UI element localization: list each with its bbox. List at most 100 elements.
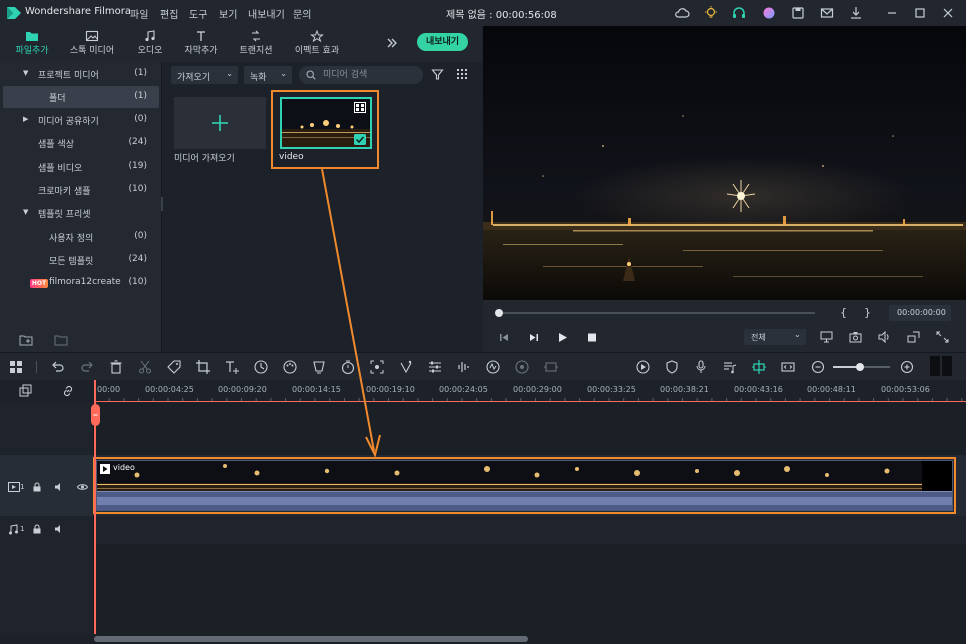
sidebar-item-sample-colors[interactable]: 샘플 색상 (24)	[3, 132, 159, 154]
step-back-icon[interactable]	[498, 332, 510, 343]
lock-icon[interactable]	[32, 524, 42, 534]
timeline-tracks[interactable]	[0, 402, 966, 634]
menu-edit[interactable]: 편집	[160, 6, 178, 21]
stop-icon[interactable]	[586, 332, 598, 343]
lock-icon[interactable]	[32, 482, 42, 492]
fit-timeline-icon[interactable]	[780, 359, 796, 375]
video-media-item[interactable]: video	[271, 90, 379, 169]
voiceover-icon[interactable]	[722, 359, 738, 375]
playback-progress-track[interactable]	[499, 312, 815, 314]
headset-icon[interactable]	[731, 5, 747, 21]
video-clip[interactable]: video	[96, 460, 953, 511]
camera-icon[interactable]	[849, 331, 862, 343]
search-input[interactable]	[321, 68, 417, 82]
menu-file[interactable]: 파일	[130, 6, 148, 21]
volume-icon[interactable]	[878, 331, 891, 343]
save-icon[interactable]	[790, 5, 806, 21]
snap-icon[interactable]	[751, 359, 767, 375]
keyframe-icon[interactable]	[543, 359, 559, 375]
mark-in-button[interactable]: {	[840, 306, 847, 319]
adjust-icon[interactable]	[427, 359, 443, 375]
new-folder-icon[interactable]	[19, 333, 33, 346]
expand-icon[interactable]	[936, 331, 949, 343]
playhead-handle-icon[interactable]	[91, 404, 100, 426]
shield-marker-icon[interactable]	[664, 359, 680, 375]
minimize-icon[interactable]	[884, 5, 900, 21]
audio-wave-icon[interactable]	[456, 359, 472, 375]
step-forward-icon[interactable]	[528, 332, 540, 343]
speed-icon[interactable]	[253, 359, 269, 375]
import-dropdown[interactable]: 가져오기 ⌄	[171, 66, 238, 84]
sidebar-item-project-media[interactable]: ▼ 프로젝트 미디어 (1)	[3, 63, 159, 85]
maximize-icon[interactable]	[912, 5, 928, 21]
record-dropdown[interactable]: 녹화 ⌄	[244, 66, 292, 84]
add-text-icon[interactable]	[224, 359, 240, 375]
layout-grid-icon[interactable]	[8, 359, 24, 375]
close-icon[interactable]	[940, 5, 956, 21]
ai-tool-icon[interactable]	[398, 359, 414, 375]
download-icon[interactable]	[848, 5, 864, 21]
speaker-icon[interactable]	[54, 482, 64, 492]
zoom-in-icon[interactable]	[899, 359, 915, 375]
stabilize-icon[interactable]	[485, 359, 501, 375]
video-preview[interactable]	[483, 26, 966, 300]
sidebar-item-filmora12create[interactable]: HOT filmora12create (10)	[3, 272, 159, 294]
sidebar-item-folder[interactable]: 폴더 (1)	[3, 86, 159, 108]
filter-icon[interactable]	[431, 68, 444, 81]
tab-stock-media[interactable]: 스톡 미디어	[66, 28, 118, 60]
sidebar-item-template-presets[interactable]: ▼ 템플릿 프리셋	[3, 202, 159, 224]
lightbulb-icon[interactable]	[703, 5, 719, 21]
preview-quality-dropdown[interactable]: 전체 ⌄	[744, 329, 806, 345]
account-orb-icon[interactable]	[761, 5, 777, 21]
panel-layout-icon[interactable]	[929, 355, 953, 377]
audio-track-number: 1	[20, 525, 25, 533]
snapshot-counter-icon[interactable]	[514, 359, 530, 375]
playback-progress-handle[interactable]	[495, 309, 503, 317]
add-track-icon[interactable]	[18, 383, 34, 399]
menu-tools[interactable]: 도구	[189, 6, 207, 21]
undo-icon[interactable]	[50, 359, 66, 375]
export-button[interactable]: 내보내기	[417, 33, 468, 51]
sidebar-item-custom[interactable]: 사용자 정의 (0)	[3, 226, 159, 248]
timeline-scroll-thumb[interactable]	[94, 636, 528, 642]
sidebar-item-sample-videos[interactable]: 샘플 비디오 (19)	[3, 156, 159, 178]
mark-out-button[interactable]: }	[864, 306, 871, 319]
scissors-icon[interactable]	[137, 359, 153, 375]
render-icon[interactable]	[635, 359, 651, 375]
sidebar-item-chroma-samples[interactable]: 크로마키 샘플 (10)	[3, 179, 159, 201]
menu-export[interactable]: 내보내기	[248, 6, 285, 21]
speaker-icon[interactable]	[54, 524, 64, 534]
redo-icon[interactable]	[79, 359, 95, 375]
sidebar-item-shared-media[interactable]: ▶ 미디어 공유하기 (0)	[3, 109, 159, 131]
tab-effects[interactable]: 이펙트 효과	[290, 28, 344, 60]
display-icon[interactable]	[820, 331, 833, 343]
menu-help[interactable]: 문의	[293, 6, 311, 21]
delete-icon[interactable]	[108, 359, 124, 375]
timecode-field[interactable]: 00:00:00:00	[889, 305, 951, 321]
zoom-slider-handle[interactable]	[856, 363, 864, 371]
timeline-scrollbar[interactable]	[94, 634, 966, 644]
sidebar-item-all-templates[interactable]: 모든 템플릿 (24)	[3, 249, 159, 271]
folder-outline-icon[interactable]	[54, 333, 68, 346]
sidebar-item-label: 템플릿 프리셋	[38, 210, 91, 220]
timeline-ruler[interactable]: 00:00 00:00:04:25 00:00:09:20 00:00:14:1…	[0, 380, 966, 402]
tag-icon[interactable]	[166, 359, 182, 375]
tab-transitions[interactable]: 트랜지션	[234, 28, 278, 60]
menu-view[interactable]: 보기	[219, 6, 237, 21]
import-media-tile[interactable]	[174, 97, 266, 149]
cloud-icon[interactable]	[674, 5, 690, 21]
zoom-out-icon[interactable]	[810, 359, 826, 375]
play-icon[interactable]	[557, 332, 569, 343]
tab-import[interactable]: 파일추가	[10, 28, 54, 60]
grid-view-icon[interactable]	[456, 68, 468, 80]
crop-icon[interactable]	[195, 359, 211, 375]
mail-icon[interactable]	[819, 5, 835, 21]
fullscreen-mode-icon[interactable]	[907, 331, 920, 343]
microphone-icon[interactable]	[693, 359, 709, 375]
tab-titles[interactable]: 자막추가	[180, 28, 222, 60]
link-icon[interactable]	[60, 383, 76, 399]
eye-icon[interactable]	[77, 482, 88, 492]
color-palette-icon[interactable]	[282, 359, 298, 375]
expand-tabs-icon[interactable]	[385, 36, 399, 50]
tab-audio[interactable]: 오디오	[132, 28, 168, 60]
